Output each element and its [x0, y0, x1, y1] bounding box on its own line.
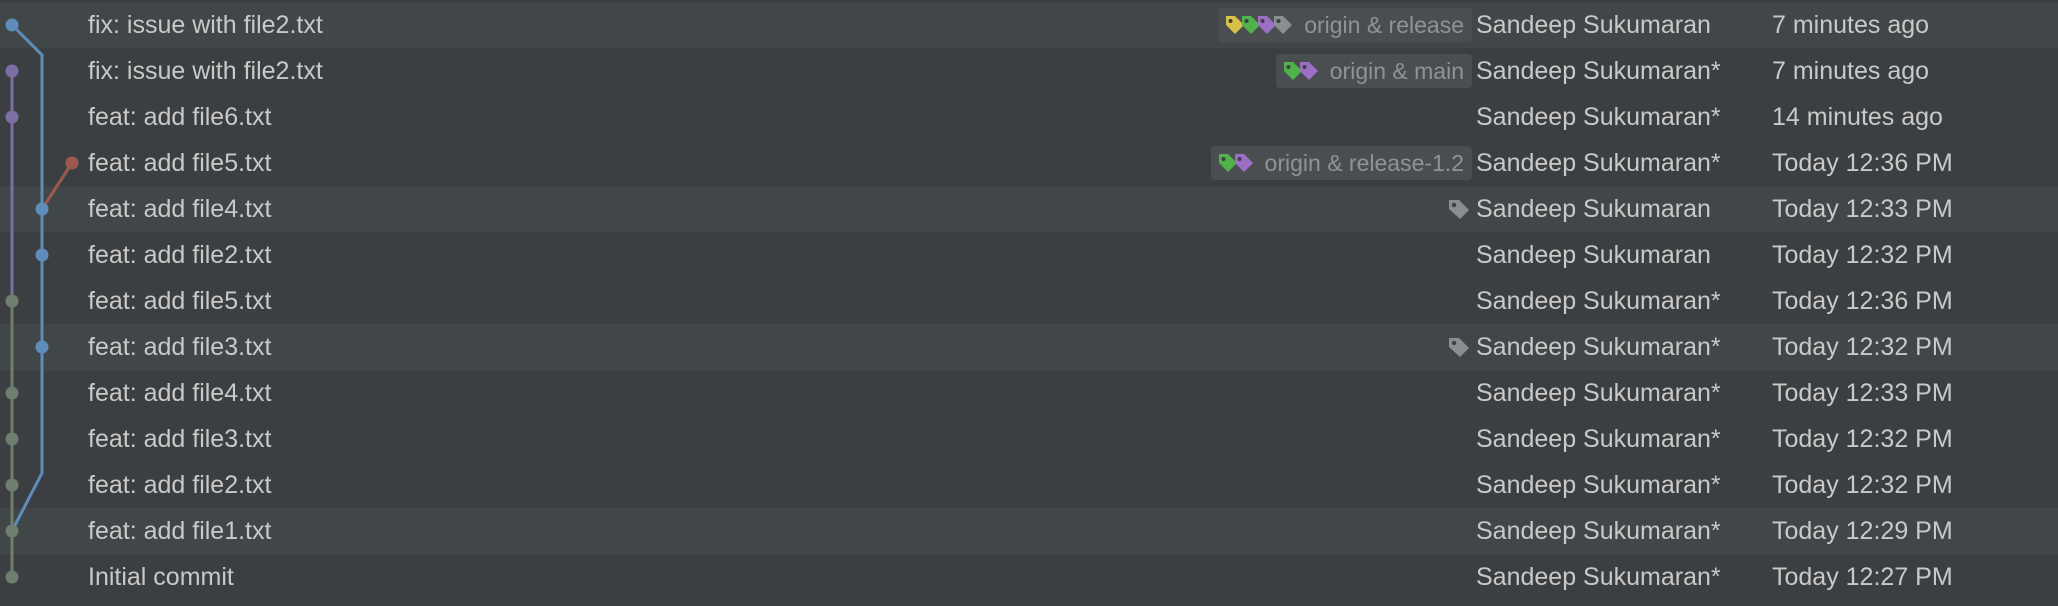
commit-message: feat: add file3.txt	[88, 333, 272, 361]
commit-node[interactable]	[5, 110, 19, 124]
commit-node[interactable]	[5, 64, 19, 78]
commit-message: feat: add file2.txt	[88, 471, 272, 499]
commit-author: Sandeep Sukumaran*	[1476, 563, 1721, 591]
commit-date: Today 12:27 PM	[1772, 563, 1953, 591]
commit-row[interactable]: feat: add file6.txt Sandeep Sukumaran* 14 …	[0, 94, 2058, 140]
commit-message: Initial commit	[88, 563, 234, 591]
commit-date: 14 minutes ago	[1772, 103, 1943, 131]
commit-row[interactable]: feat: add file3.txt Sandeep Sukumaran* Tod…	[0, 324, 2058, 370]
commit-log: fix: issue with file2.txt origin & releas…	[0, 0, 2058, 606]
commit-node[interactable]	[65, 156, 79, 170]
commit-node[interactable]	[5, 294, 19, 308]
commit-author: Sandeep Sukumaran*	[1476, 57, 1721, 85]
commit-row[interactable]: fix: issue with file2.txt origin & main Sa…	[0, 48, 2058, 94]
commit-author: Sandeep Sukumaran*	[1476, 471, 1721, 499]
commit-message: fix: issue with file2.txt	[88, 11, 323, 39]
commit-row[interactable]: feat: add file2.txt Sandeep Sukumaran Toda…	[0, 232, 2058, 278]
branch-refs-badge[interactable]: origin & main	[1275, 54, 1472, 88]
commit-author: Sandeep Sukumaran*	[1476, 287, 1721, 315]
branch-line	[40, 162, 74, 210]
commit-message: feat: add file5.txt	[88, 149, 272, 177]
commit-node[interactable]	[35, 202, 49, 216]
tag-icon	[1446, 335, 1472, 359]
commit-author: Sandeep Sukumaran*	[1476, 517, 1721, 545]
commit-date: Today 12:29 PM	[1772, 517, 1953, 545]
commit-author: Sandeep Sukumaran*	[1476, 333, 1721, 361]
branch-line	[10, 23, 44, 532]
commit-row[interactable]: feat: add file5.txt Sandeep Sukumaran* Tod…	[0, 278, 2058, 324]
commit-date: Today 12:33 PM	[1772, 379, 1953, 407]
commit-date: Today 12:36 PM	[1772, 149, 1953, 177]
commit-author: Sandeep Sukumaran*	[1476, 379, 1721, 407]
commit-author: Sandeep Sukumaran*	[1476, 103, 1721, 131]
commit-node[interactable]	[5, 432, 19, 446]
tag-icon	[1446, 197, 1472, 221]
commit-message: feat: add file6.txt	[88, 103, 272, 131]
commit-row[interactable]: Initial commit Sandeep Sukumaran* Today 12…	[0, 554, 2058, 600]
commit-author: Sandeep Sukumaran*	[1476, 425, 1721, 453]
branch-refs-label: origin & release-1.2	[1264, 149, 1464, 176]
commit-author: Sandeep Sukumaran	[1476, 11, 1711, 39]
commit-author: Sandeep Sukumaran	[1476, 195, 1711, 223]
commit-date: 7 minutes ago	[1772, 11, 1930, 39]
commit-message: feat: add file4.txt	[88, 195, 272, 223]
commit-date: Today 12:33 PM	[1772, 195, 1953, 223]
commit-date: Today 12:32 PM	[1772, 425, 1953, 453]
commit-row[interactable]: feat: add file3.txt Sandeep Sukumaran* Tod…	[0, 416, 2058, 462]
commit-node[interactable]	[5, 524, 19, 538]
commit-row[interactable]: feat: add file2.txt Sandeep Sukumaran* Tod…	[0, 462, 2058, 508]
commit-node[interactable]	[5, 18, 19, 32]
commit-date: 7 minutes ago	[1772, 57, 1930, 85]
commit-author: Sandeep Sukumaran*	[1476, 149, 1721, 177]
branch-refs-badge[interactable]: origin & release	[1218, 8, 1472, 42]
commit-message: feat: add file1.txt	[88, 517, 272, 545]
commit-node[interactable]	[5, 478, 19, 492]
commit-date: Today 12:36 PM	[1772, 287, 1953, 315]
commit-row[interactable]: feat: add file4.txt Sandeep Sukumaran Toda…	[0, 186, 2058, 232]
commit-message: feat: add file4.txt	[88, 379, 272, 407]
branch-refs-label: origin & release	[1304, 11, 1464, 38]
commit-row[interactable]: feat: add file1.txt Sandeep Sukumaran* Tod…	[0, 508, 2058, 554]
branch-tag-icon	[1217, 151, 1253, 175]
branch-refs-badge[interactable]: origin & release-1.2	[1210, 146, 1472, 180]
commit-date: Today 12:32 PM	[1772, 333, 1953, 361]
commit-date: Today 12:32 PM	[1772, 471, 1953, 499]
commit-node[interactable]	[5, 570, 19, 584]
commit-message: feat: add file5.txt	[88, 287, 272, 315]
commit-row[interactable]: feat: add file5.txt origin & release-1.2 S…	[0, 140, 2058, 186]
branch-refs-label: origin & main	[1329, 57, 1464, 84]
commit-node[interactable]	[5, 386, 19, 400]
commit-row[interactable]: feat: add file4.txt Sandeep Sukumaran* Tod…	[0, 370, 2058, 416]
commit-graph	[5, 18, 79, 584]
commit-message: fix: issue with file2.txt	[88, 57, 323, 85]
branch-tag-icon	[1282, 59, 1318, 83]
commit-node[interactable]	[35, 340, 49, 354]
commit-row[interactable]: fix: issue with file2.txt origin & releas…	[0, 2, 2058, 48]
commit-author: Sandeep Sukumaran	[1476, 241, 1711, 269]
branch-tag-icon	[1224, 13, 1293, 37]
commit-message: feat: add file2.txt	[88, 241, 272, 269]
commit-date: Today 12:32 PM	[1772, 241, 1953, 269]
commit-message: feat: add file3.txt	[88, 425, 272, 453]
commit-node[interactable]	[35, 248, 49, 262]
